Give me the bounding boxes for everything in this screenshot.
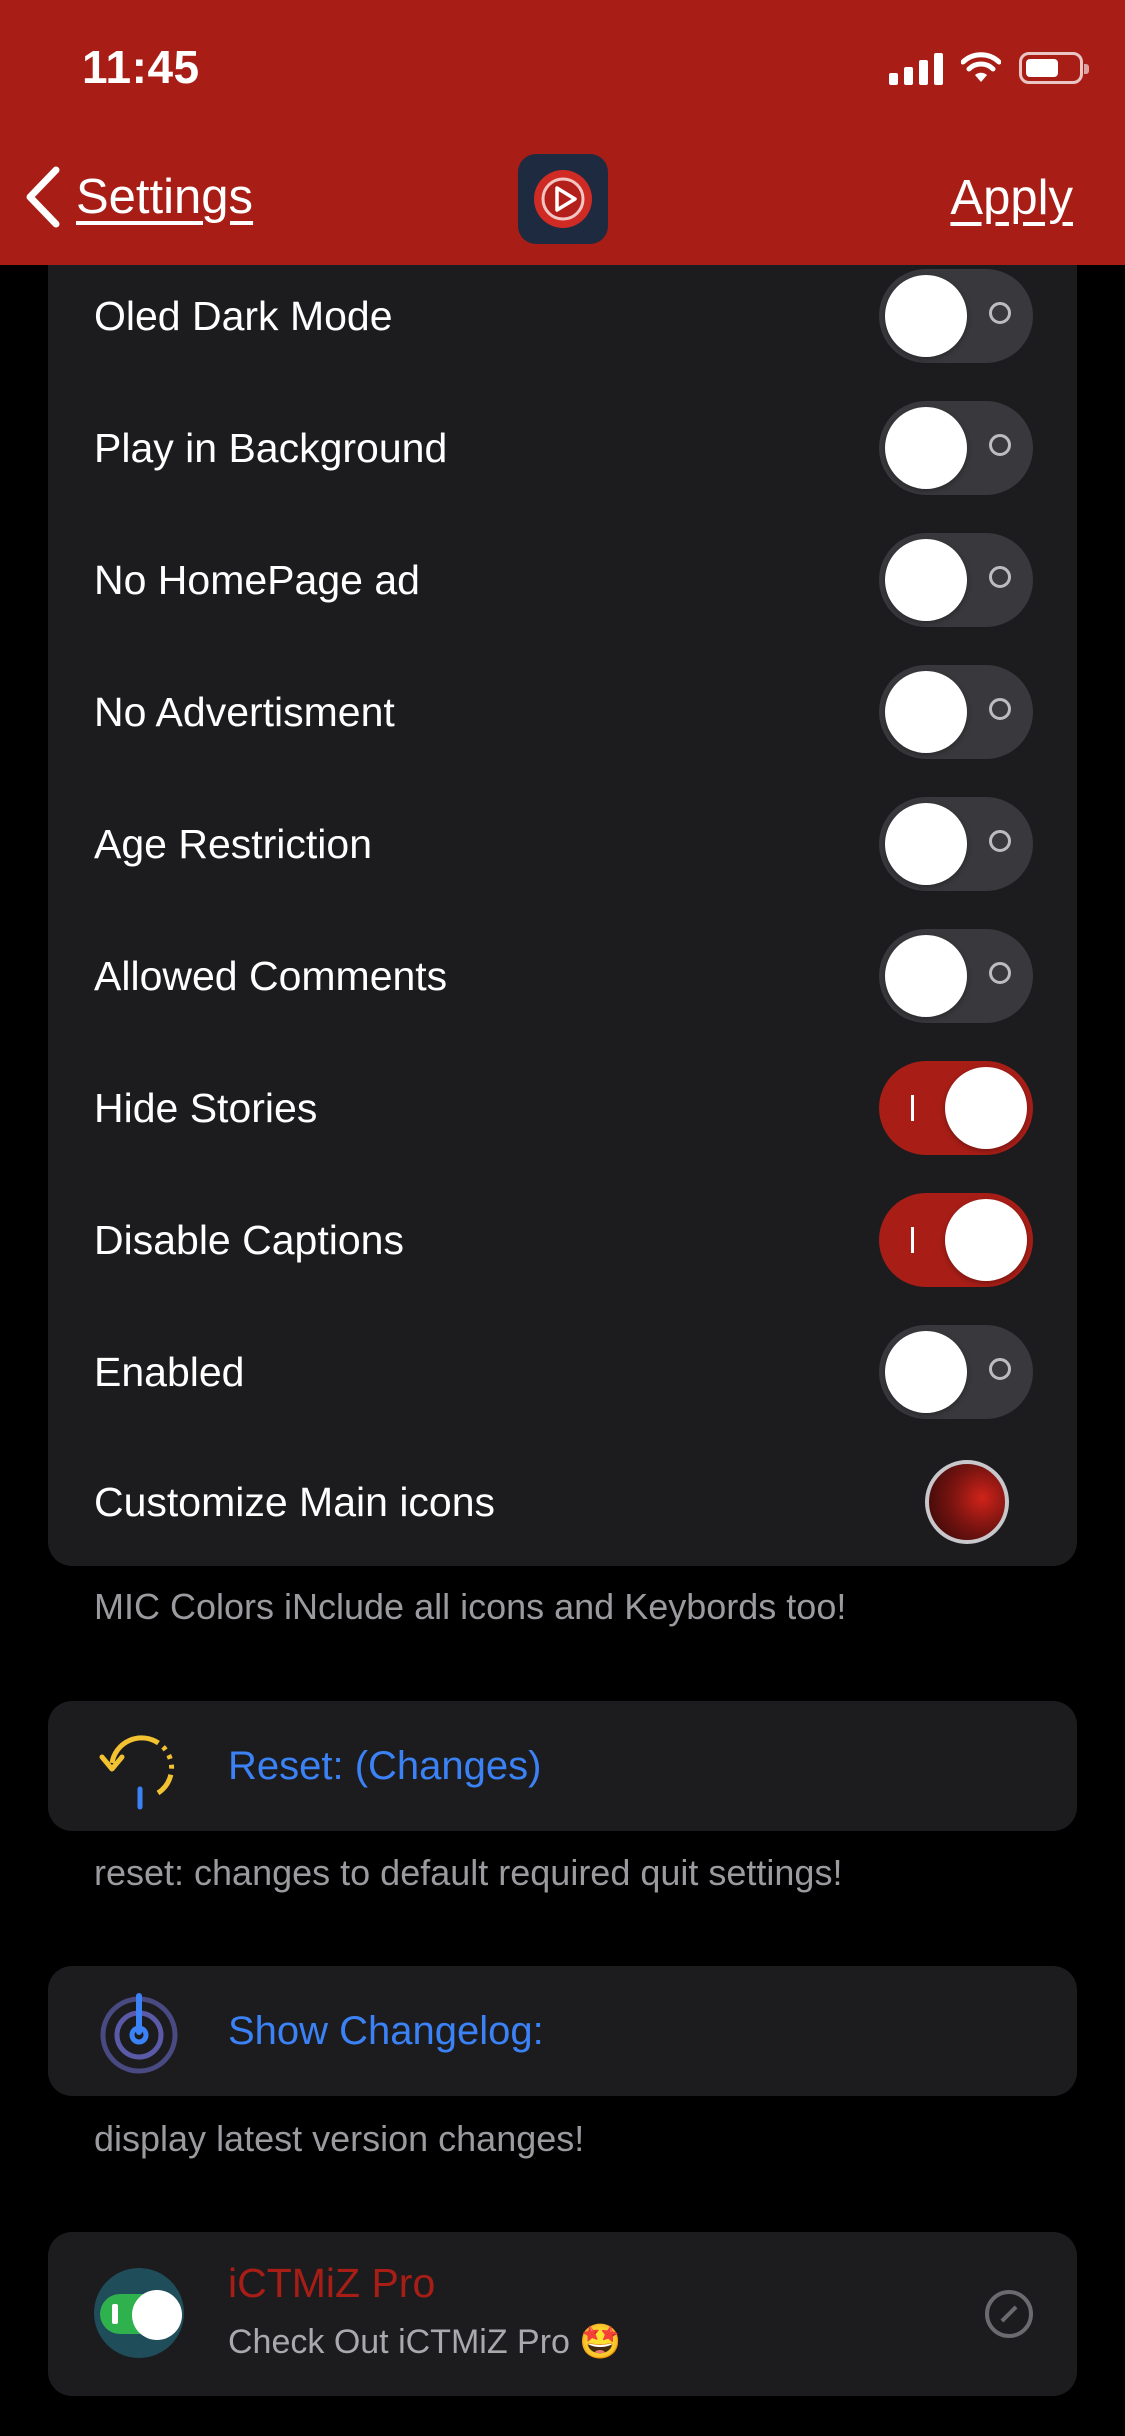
enabled-switch[interactable]: [879, 1325, 1033, 1419]
setting-row-hide-stories: Hide Stories: [48, 1042, 1077, 1174]
wifi-icon: [961, 52, 1001, 82]
app-logo-icon: [518, 154, 608, 244]
setting-label: Disable Captions: [94, 1216, 404, 1263]
toggle-app-icon: [94, 2268, 184, 2358]
promo-title: iCTMiZ Pro: [228, 2260, 436, 2306]
setting-label: No Advertisment: [94, 688, 395, 735]
settings-toggle-group: Oled Dark Mode Play in Background No Hom…: [48, 200, 1077, 1566]
back-button[interactable]: Settings: [24, 162, 253, 232]
allowed-comments-switch[interactable]: [879, 929, 1033, 1023]
setting-label: Age Restriction: [94, 820, 373, 867]
no-advertisment-switch[interactable]: [879, 665, 1033, 759]
disable-captions-switch[interactable]: [879, 1193, 1033, 1287]
setting-row-no-advertisment: No Advertisment: [48, 646, 1077, 778]
age-restriction-switch[interactable]: [879, 797, 1033, 891]
setting-row-disable-captions: Disable Captions: [48, 1174, 1077, 1306]
no-homepage-ad-switch[interactable]: [879, 533, 1033, 627]
setting-row-allowed-comments: Allowed Comments: [48, 910, 1077, 1042]
color-picker-well[interactable]: [925, 1460, 1009, 1544]
changelog-cell[interactable]: Show Changelog:: [48, 1966, 1077, 2096]
setting-label: Enabled: [94, 1348, 245, 1395]
setting-label: No HomePage ad: [94, 556, 420, 603]
changelog-icon: [100, 1993, 178, 2074]
promo-cell[interactable]: iCTMiZ Pro Check Out iCTMiZ Pro 🤩: [48, 2232, 1077, 2396]
reset-label: Reset: (Changes): [228, 1744, 542, 1788]
setting-row-enabled: Enabled: [48, 1306, 1077, 1438]
oled-dark-mode-switch[interactable]: [879, 269, 1033, 363]
changelog-label: Show Changelog:: [228, 2009, 544, 2053]
hide-stories-switch[interactable]: [879, 1061, 1033, 1155]
setting-row-customize-main-icons: Customize Main icons: [48, 1436, 1077, 1566]
compass-icon: [985, 2290, 1033, 2338]
promo-subtitle: Check Out iCTMiZ Pro 🤩: [228, 2323, 622, 2361]
reset-cell[interactable]: Reset: (Changes): [48, 1701, 1077, 1831]
navigation-bar: 11:45 Settings Apply: [0, 0, 1125, 265]
colors-footnote: MIC Colors iNclude all icons and Keybord…: [94, 1586, 847, 1627]
battery-icon: [1019, 52, 1089, 84]
setting-row-play-in-background: Play in Background: [48, 382, 1077, 514]
back-label: Settings: [76, 170, 254, 224]
apply-button[interactable]: Apply: [950, 170, 1073, 226]
setting-label: Customize Main icons: [94, 1478, 496, 1525]
setting-row-oled-dark-mode: Oled Dark Mode: [48, 250, 1077, 382]
setting-label: Hide Stories: [94, 1084, 318, 1131]
status-time: 11:45: [82, 41, 200, 93]
setting-label: Play in Background: [94, 424, 448, 471]
play-in-background-switch[interactable]: [879, 401, 1033, 495]
setting-row-no-homepage-ad: No HomePage ad: [48, 514, 1077, 646]
changelog-footnote: display latest version changes!: [94, 2118, 585, 2159]
setting-label: Oled Dark Mode: [94, 292, 393, 339]
reset-icon: [99, 1735, 175, 1810]
chevron-left-icon: [26, 166, 60, 228]
setting-row-age-restriction: Age Restriction: [48, 778, 1077, 910]
cellular-signal-icon: [889, 51, 943, 85]
status-icons: [889, 48, 1089, 88]
reset-footnote: reset: changes to default required quit …: [94, 1852, 843, 1893]
setting-label: Allowed Comments: [94, 952, 448, 999]
